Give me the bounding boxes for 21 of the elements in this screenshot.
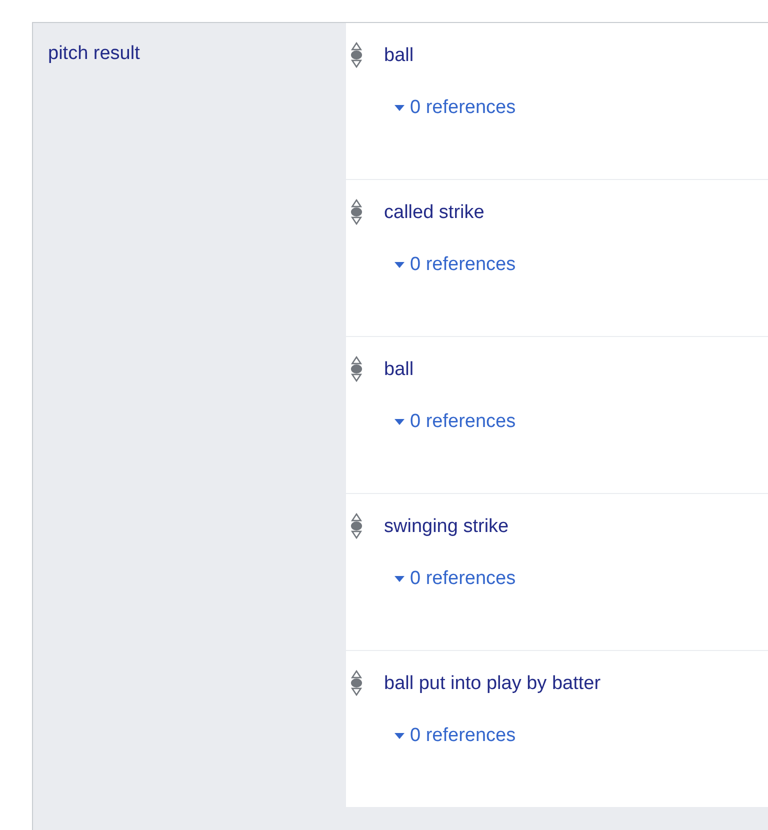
value-link[interactable]: ball: [384, 45, 516, 67]
references-toggle[interactable]: 0 references: [394, 725, 601, 747]
caret-icon: [394, 262, 405, 268]
value-link[interactable]: ball: [384, 359, 516, 381]
references-toggle[interactable]: 0 references: [394, 568, 516, 590]
value-link[interactable]: ball put into play by batter: [384, 673, 601, 695]
references-toggle[interactable]: 0 references: [394, 97, 516, 119]
caret-icon: [394, 733, 405, 739]
references-toggle[interactable]: 0 references: [394, 411, 516, 433]
rank-selector-icon[interactable]: [350, 40, 363, 70]
rank-selector-icon[interactable]: [350, 668, 363, 698]
caret-icon: [394, 576, 405, 582]
caret-icon: [394, 105, 405, 111]
rank-selector-icon[interactable]: [350, 197, 363, 227]
references-toggle[interactable]: 0 references: [394, 254, 516, 276]
rank-selector-icon[interactable]: [350, 511, 363, 541]
value-link[interactable]: swinging strike: [384, 516, 516, 538]
property-link[interactable]: pitch result: [48, 43, 140, 65]
rank-selector-icon[interactable]: [350, 354, 363, 384]
value-link[interactable]: called strike: [384, 202, 516, 224]
caret-icon: [394, 419, 405, 425]
